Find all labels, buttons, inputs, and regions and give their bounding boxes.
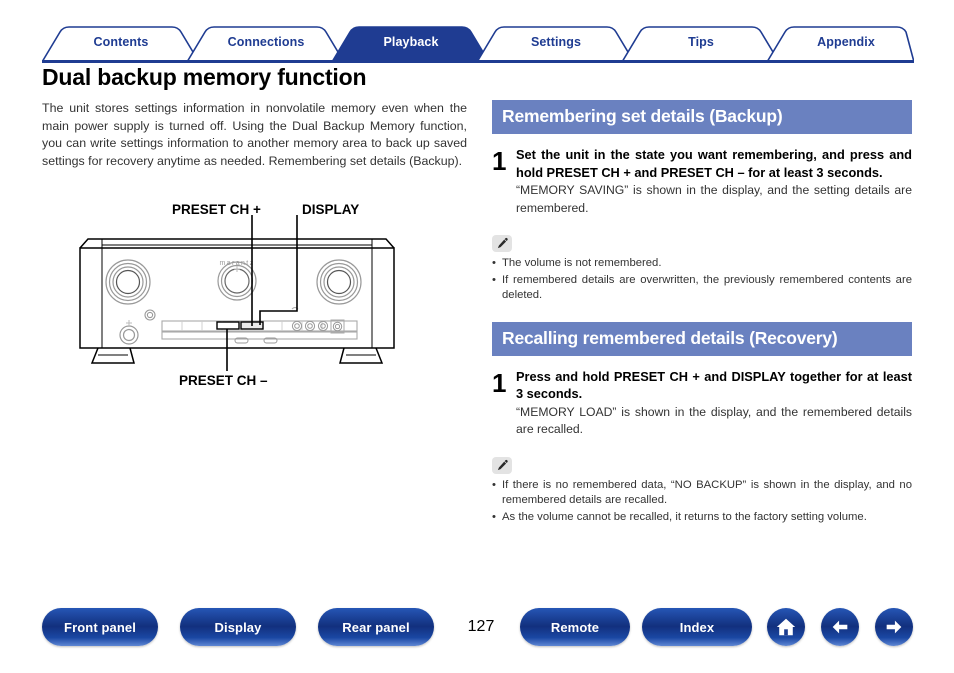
tab-bar-underline bbox=[42, 60, 914, 63]
bottom-navigation-bar: Front panel Display Rear panel 127 Remot… bbox=[0, 608, 954, 650]
step-number: 1 bbox=[492, 367, 507, 398]
step-title: Set the unit in the state you want remem… bbox=[516, 147, 912, 180]
step-title: Press and hold PRESET CH + and DISPLAY t… bbox=[516, 368, 912, 402]
step-backup: 1 Set the unit in the state you want rem… bbox=[492, 146, 912, 217]
tab-bar: Contents Connections Playback Settings T… bbox=[42, 26, 914, 62]
callout-label-preset-ch-minus: PRESET CH – bbox=[179, 373, 268, 388]
left-column: The unit stores settings information in … bbox=[42, 100, 467, 170]
arrow-left-icon bbox=[832, 620, 848, 634]
front-panel-button[interactable]: Front panel bbox=[42, 608, 158, 646]
chassis-feet bbox=[90, 347, 384, 364]
home-button[interactable] bbox=[767, 608, 805, 646]
page-number: 127 bbox=[467, 618, 495, 635]
note-item: As the volume cannot be recalled, it ret… bbox=[492, 510, 912, 526]
tab-tips[interactable]: Tips bbox=[640, 35, 762, 49]
back-button[interactable] bbox=[821, 608, 859, 646]
section-header-recovery: Recalling remembered details (Recovery) bbox=[492, 321, 912, 356]
forward-button[interactable] bbox=[875, 608, 913, 646]
note-item: If remembered details are overwritten, t… bbox=[492, 273, 912, 304]
small-button-upper-left bbox=[144, 309, 156, 321]
step-description: “MEMORY LOAD” is shown in the display, a… bbox=[516, 404, 912, 437]
arrow-right-icon bbox=[886, 620, 902, 634]
tab-contents[interactable]: Contents bbox=[60, 35, 182, 49]
note-list-recovery: If there is no remembered data, “NO BACK… bbox=[492, 478, 912, 526]
note-block-recovery: If there is no remembered data, “NO BACK… bbox=[492, 456, 912, 526]
page-title: Dual backup memory function bbox=[42, 64, 367, 90]
rear-panel-button[interactable]: Rear panel bbox=[318, 608, 434, 646]
knob-right bbox=[316, 259, 362, 305]
receiver-front-panel-drawing: marantz bbox=[79, 215, 395, 371]
note-item: The volume is not remembered. bbox=[492, 256, 912, 272]
note-block-backup: The volume is not remembered. If remembe… bbox=[492, 235, 912, 304]
step-number: 1 bbox=[492, 146, 507, 176]
right-column: Remembering set details (Backup) 1 Set t… bbox=[492, 100, 912, 526]
tab-settings[interactable]: Settings bbox=[495, 35, 617, 49]
tab-connections[interactable]: Connections bbox=[205, 35, 327, 49]
knob-left bbox=[105, 259, 151, 305]
index-button[interactable]: Index bbox=[642, 608, 752, 646]
remote-button[interactable]: Remote bbox=[520, 608, 630, 646]
device-illustration: marantz PRESET CH + DISPLAY PRESET CH – bbox=[42, 193, 472, 398]
knob-center bbox=[217, 261, 257, 301]
tab-playback[interactable]: Playback bbox=[350, 35, 472, 49]
callout-label-display: DISPLAY bbox=[302, 202, 360, 217]
home-icon bbox=[776, 618, 796, 636]
pencil-icon bbox=[492, 456, 512, 474]
note-item: If there is no remembered data, “NO BACK… bbox=[492, 478, 912, 509]
callout-label-preset-ch-plus: PRESET CH + bbox=[172, 202, 261, 217]
preset-ch-minus-button[interactable] bbox=[216, 321, 240, 330]
section-header-backup: Remembering set details (Backup) bbox=[492, 100, 912, 134]
knob-lower-left bbox=[119, 320, 139, 345]
step-recovery: 1 Press and hold PRESET CH + and DISPLAY… bbox=[492, 368, 912, 439]
tab-appendix[interactable]: Appendix bbox=[785, 35, 907, 49]
display-button[interactable]: Display bbox=[180, 608, 296, 646]
intro-paragraph: The unit stores settings information in … bbox=[42, 101, 467, 168]
pencil-icon bbox=[492, 235, 512, 252]
note-list-backup: The volume is not remembered. If remembe… bbox=[492, 256, 912, 304]
pencil-glyph bbox=[497, 459, 508, 470]
step-description: “MEMORY SAVING” is shown in the display,… bbox=[516, 183, 912, 215]
pencil-glyph bbox=[497, 237, 508, 249]
